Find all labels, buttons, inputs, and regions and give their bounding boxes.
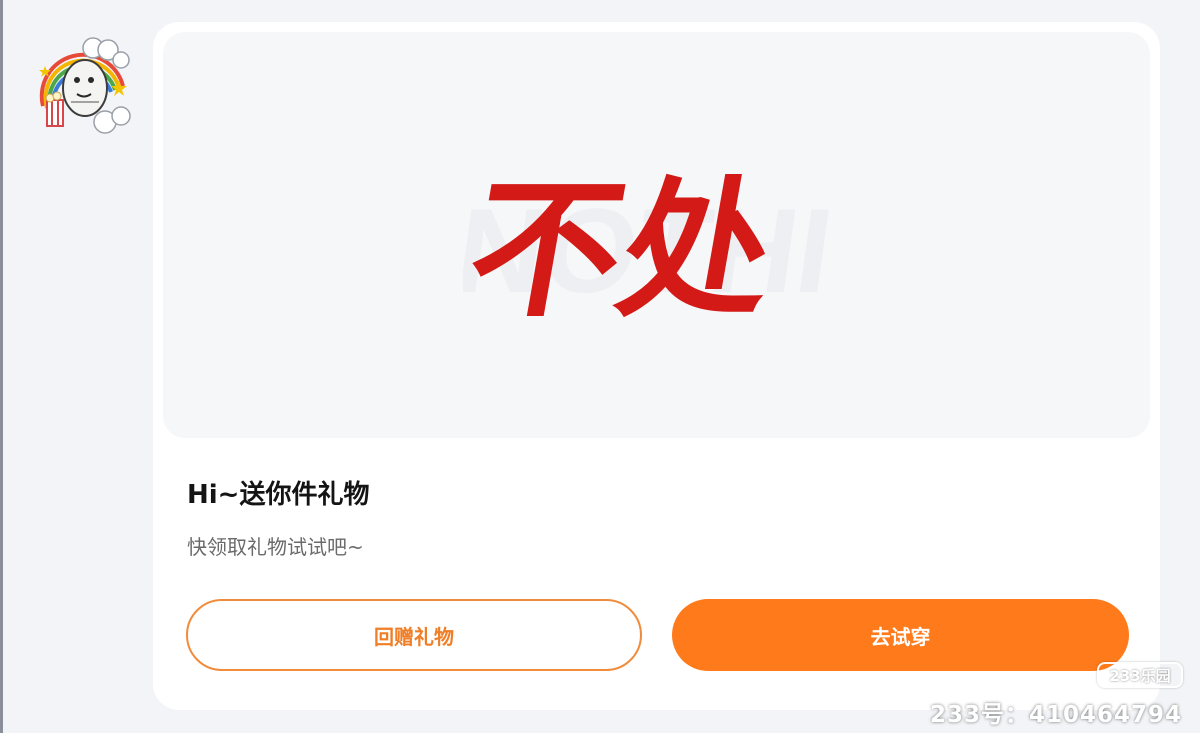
- hero-calligraphy: 不处: [463, 161, 788, 332]
- card-title: Hi~送你件礼物: [187, 480, 370, 510]
- gift-card: NOTHI 不处 Hi~送你件礼物 快领取礼物试试吧~ 回赠礼物 去试穿: [153, 22, 1160, 710]
- try-on-button[interactable]: 去试穿: [672, 599, 1129, 671]
- return-gift-label: 回赠礼物: [374, 624, 454, 649]
- gift-artwork: NOTHI 不处: [463, 161, 840, 332]
- card-subtitle: 快领取礼物试试吧~: [187, 535, 364, 559]
- watermark-id: 233号：410464794: [929, 702, 1182, 728]
- try-on-label: 去试穿: [870, 624, 931, 649]
- cartoon-avatar-icon: [39, 37, 131, 134]
- watermark-logo-text: 233乐园: [1109, 666, 1171, 685]
- window-edge: [0, 0, 3, 733]
- watermark-logo: 233乐园: [1097, 662, 1183, 688]
- return-gift-button[interactable]: 回赠礼物: [186, 599, 642, 671]
- gift-preview[interactable]: NOTHI 不处: [163, 32, 1150, 438]
- sender-avatar[interactable]: [33, 36, 133, 134]
